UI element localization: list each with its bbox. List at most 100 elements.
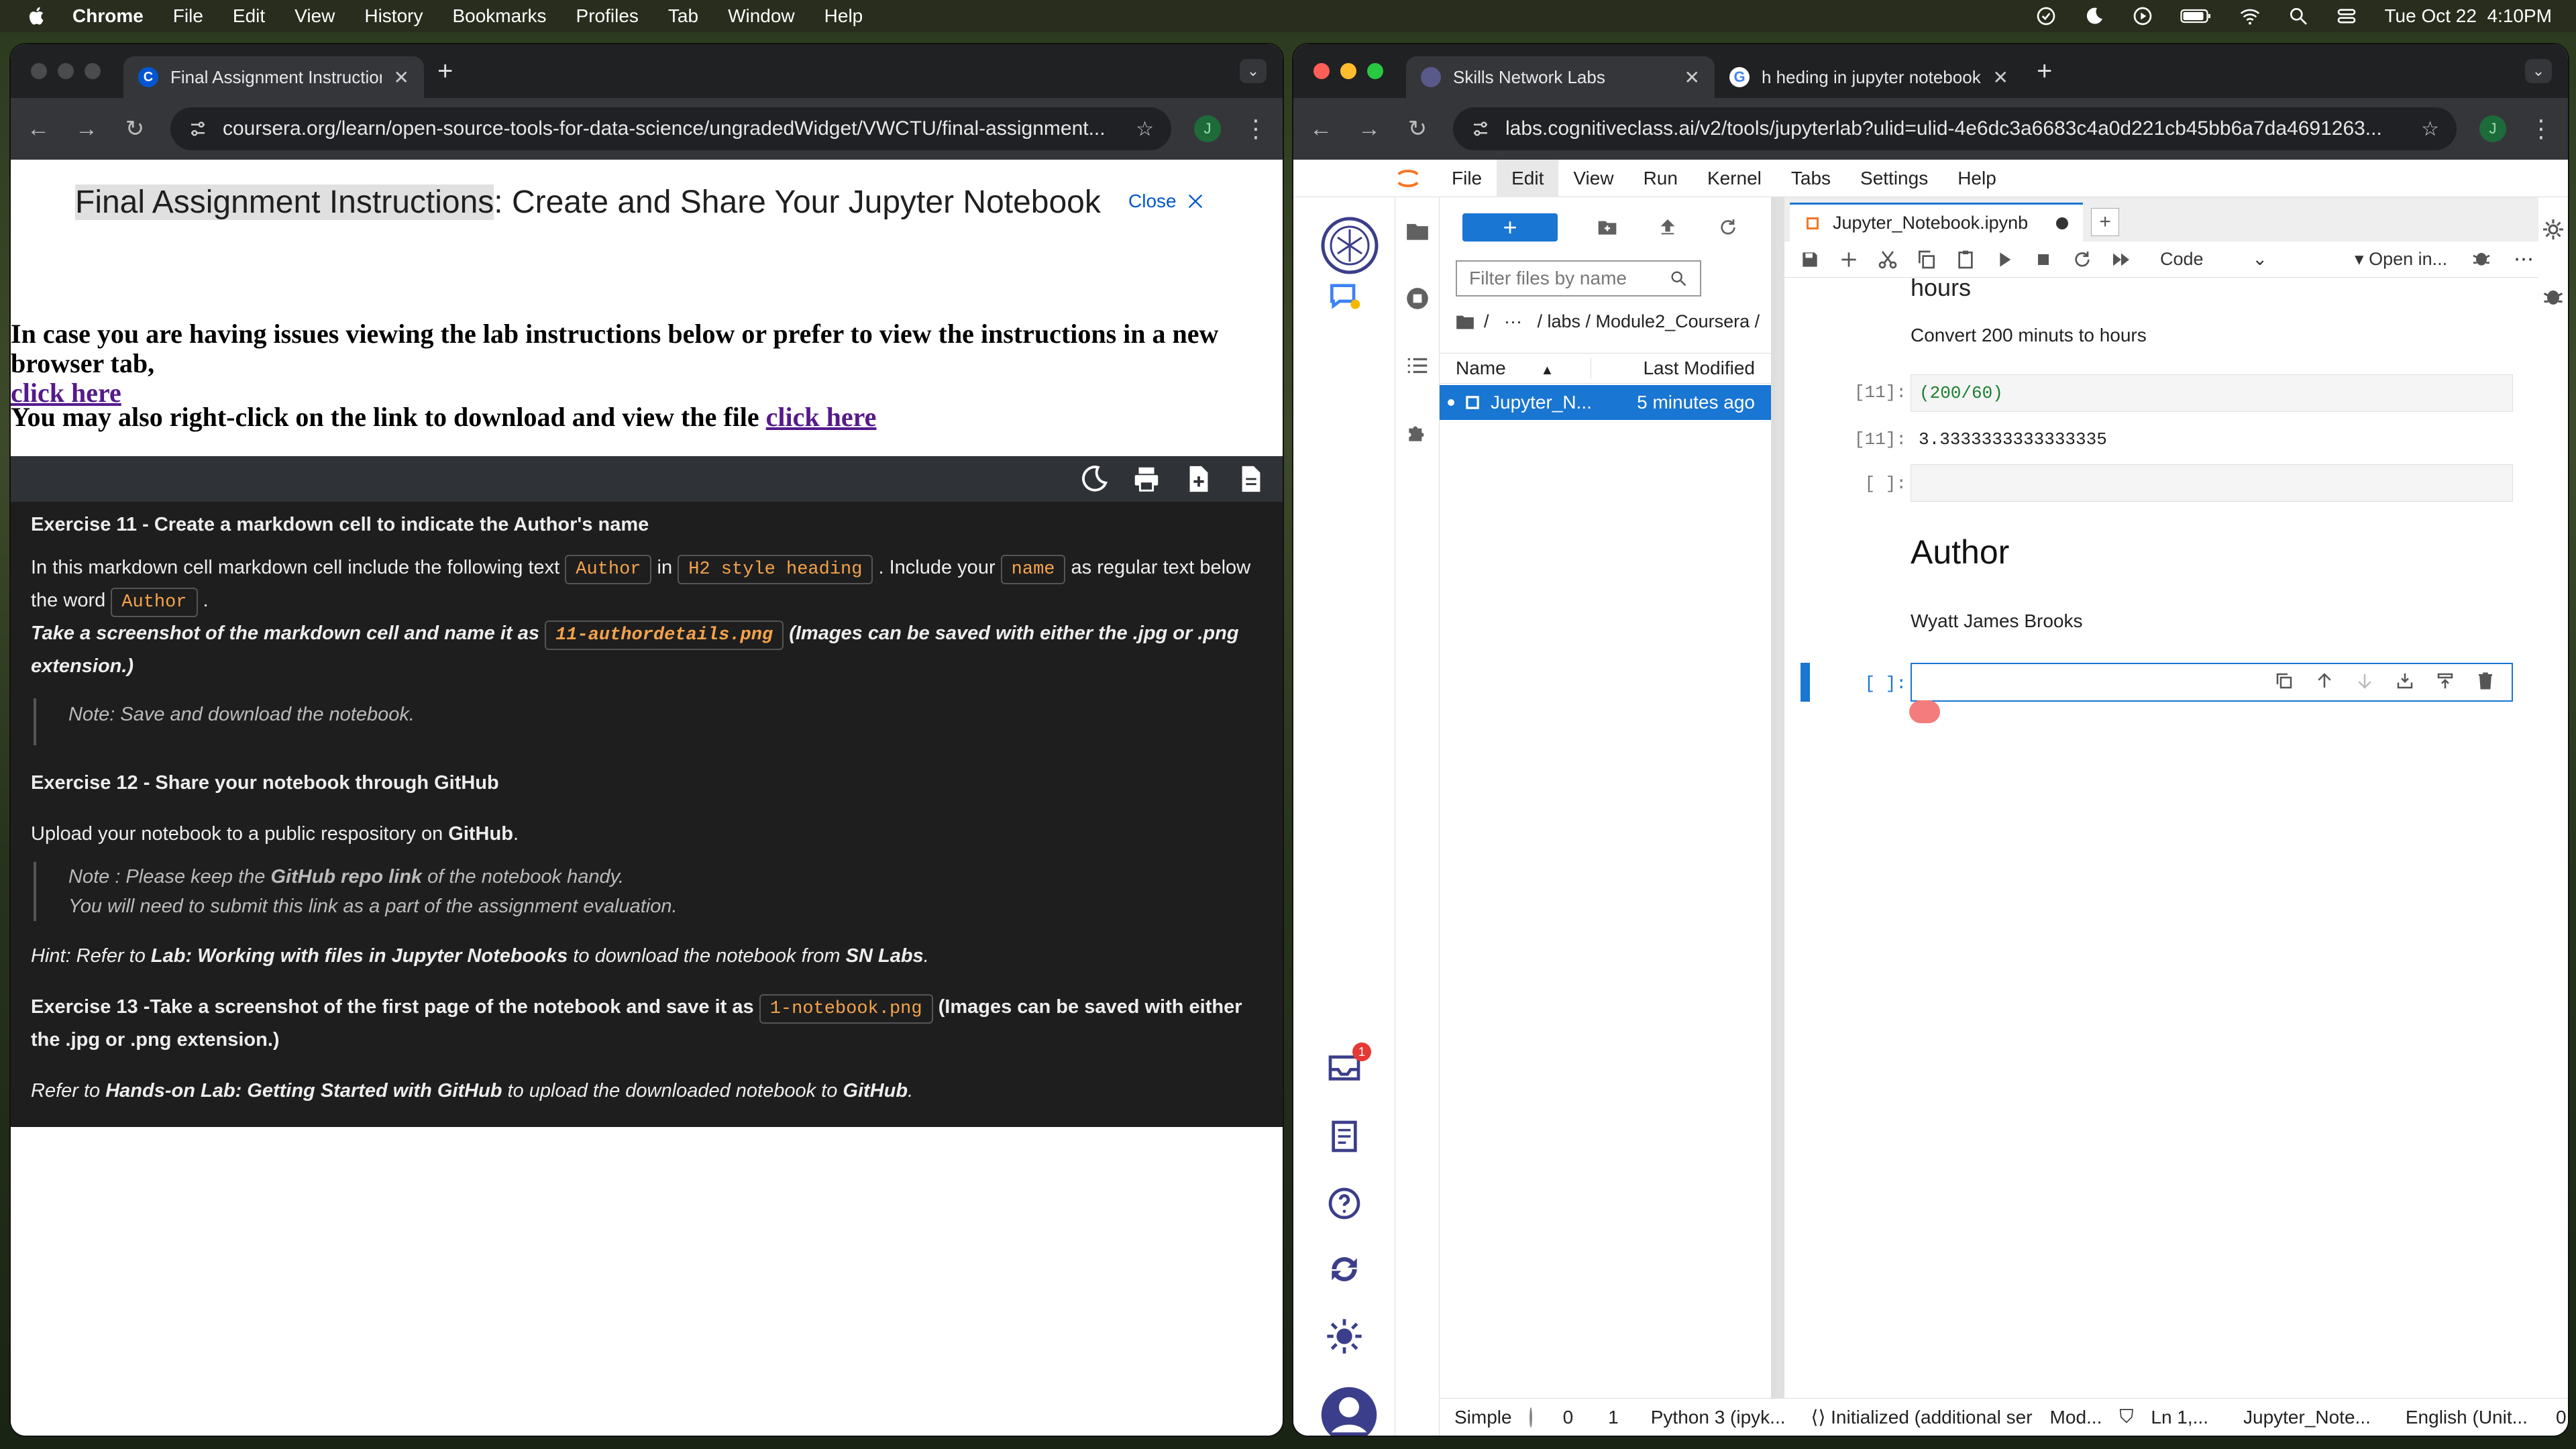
tab-skills-network-labs[interactable]: Skills Network Labs ✕	[1406, 56, 1715, 98]
zoom-window-button[interactable]	[85, 63, 101, 79]
jupyter-menu-view[interactable]: View	[1558, 160, 1628, 197]
tab-search-chevron-icon[interactable]: ⌄	[1240, 59, 1267, 83]
search-icon[interactable]	[2288, 5, 2309, 27]
profile-avatar[interactable]: J	[1194, 115, 1221, 142]
menu-tab[interactable]: Tab	[668, 5, 698, 27]
running-stop-icon[interactable]	[1405, 286, 1430, 311]
zoom-window-button[interactable]	[1367, 63, 1383, 79]
sync-icon[interactable]	[1326, 1250, 1363, 1288]
control-center-icon[interactable]	[2336, 5, 2357, 27]
wifi-icon[interactable]	[2239, 5, 2261, 27]
language-indicator[interactable]: English (Unit...	[2406, 1407, 2528, 1428]
column-modified-header[interactable]: Last Modified	[1591, 358, 1771, 379]
click-here-download-link[interactable]: click here	[766, 402, 877, 432]
filter-files-input[interactable]: Filter files by name	[1456, 260, 1701, 297]
site-info-icon[interactable]	[188, 119, 208, 139]
insert-cell-plus-icon[interactable]	[1838, 249, 1860, 270]
minimize-window-button[interactable]	[1340, 63, 1356, 79]
extensions-puzzle-icon[interactable]	[1405, 420, 1430, 445]
folder-home-icon[interactable]	[1456, 314, 1474, 330]
address-bar[interactable]: coursera.org/learn/open-source-tools-for…	[170, 107, 1171, 150]
jupyter-menu-kernel[interactable]: Kernel	[1693, 160, 1776, 197]
breadcrumb-path[interactable]: / ··· / labs / Module2_Coursera /	[1484, 311, 1760, 332]
duplicate-cell-icon[interactable]	[2274, 671, 2294, 691]
move-up-arrow-icon[interactable]	[2314, 671, 2334, 691]
run-play-icon[interactable]	[1994, 249, 2015, 270]
menu-view[interactable]: View	[294, 5, 335, 27]
battery-icon[interactable]	[2180, 5, 2212, 27]
theme-sun-icon[interactable]	[1326, 1318, 1363, 1355]
fast-forward-icon[interactable]	[2110, 249, 2132, 270]
menu-history[interactable]: History	[364, 5, 423, 27]
notebook-tab[interactable]: Jupyter_Notebook.ipynb	[1790, 203, 2084, 241]
help-question-icon[interactable]	[1326, 1185, 1363, 1222]
column-name-header[interactable]: Name ▲	[1440, 358, 1591, 379]
more-options-icon[interactable]: ⋯	[2514, 248, 2534, 271]
forward-arrow-icon[interactable]: →	[1356, 116, 1382, 142]
new-launcher-button[interactable]: +	[1462, 213, 1558, 241]
cut-scissors-icon[interactable]	[1877, 249, 1898, 270]
skills-network-logo-icon[interactable]	[1320, 216, 1379, 275]
completer-badge-icon[interactable]	[1909, 700, 1940, 723]
jupyter-menu-help[interactable]: Help	[1943, 160, 2011, 197]
jupyter-menu-settings[interactable]: Settings	[1845, 160, 1943, 197]
move-down-arrow-icon[interactable]	[2355, 671, 2375, 691]
new-folder-icon[interactable]	[1597, 217, 1618, 238]
jupyter-menu-run[interactable]: Run	[1629, 160, 1693, 197]
debugger-bug-icon[interactable]	[2541, 284, 2565, 309]
dark-mode-moon-icon[interactable]	[1079, 464, 1110, 494]
close-window-button[interactable]	[31, 63, 47, 79]
document-icon[interactable]	[1236, 464, 1267, 494]
insert-below-icon[interactable]	[2435, 671, 2455, 691]
tab-search-chevron-icon[interactable]: ⌄	[2525, 59, 2552, 83]
panel-splitter[interactable]	[1775, 197, 1784, 1398]
delete-cell-trash-icon[interactable]	[2475, 671, 2496, 691]
moon-icon[interactable]	[2084, 5, 2105, 27]
ai-chat-icon[interactable]	[1326, 278, 1363, 315]
copy-icon[interactable]	[1916, 249, 1937, 270]
cursor-position[interactable]: Ln 1,...	[2151, 1407, 2208, 1428]
jupyter-menu-edit[interactable]: Edit	[1497, 159, 1559, 197]
back-arrow-icon[interactable]: ←	[25, 116, 51, 142]
reload-icon[interactable]: ↻	[1405, 115, 1430, 142]
cell-type-select[interactable]: Code ⌄	[2160, 249, 2267, 270]
checkmark-circle-icon[interactable]	[2035, 5, 2057, 27]
address-bar[interactable]: labs.cognitiveclass.ai/v2/tools/jupyterl…	[1453, 107, 2457, 150]
folder-icon[interactable]	[1405, 219, 1430, 244]
debugger-bug-icon[interactable]	[2471, 248, 2492, 269]
menu-bookmarks[interactable]: Bookmarks	[452, 5, 546, 27]
reload-icon[interactable]: ↻	[122, 115, 148, 142]
new-tab-button[interactable]: +	[437, 56, 453, 87]
tab-final-assignment[interactable]: C Final Assignment Instructions ✕	[123, 56, 424, 98]
upload-icon[interactable]	[1657, 217, 1678, 238]
simple-mode-toggle[interactable]	[1529, 1407, 1532, 1428]
restart-kernel-icon[interactable]	[2072, 249, 2093, 270]
menu-file[interactable]: File	[173, 5, 203, 27]
empty-code-cell[interactable]	[1911, 464, 2513, 502]
table-of-contents-icon[interactable]	[1405, 353, 1430, 378]
lsp-status[interactable]: ⟨⟩ Initialized (additional ser	[1811, 1406, 2033, 1428]
add-file-icon[interactable]	[1183, 464, 1214, 494]
unsaved-dot-icon[interactable]	[2056, 217, 2069, 229]
property-inspector-gear-icon[interactable]	[2541, 217, 2565, 241]
kernel-name[interactable]: Python 3 (ipyk...	[1651, 1407, 1786, 1428]
menubar-datetime[interactable]: Tue Oct 22 4:10PM	[2384, 5, 2552, 27]
add-tab-button[interactable]: +	[2091, 208, 2120, 236]
back-arrow-icon[interactable]: ←	[1308, 116, 1334, 142]
code-cell-input[interactable]: (200/60)	[1911, 374, 2513, 412]
close-tab-icon[interactable]: ✕	[1993, 66, 2008, 89]
close-tab-icon[interactable]: ✕	[1684, 66, 1700, 89]
insert-above-icon[interactable]	[2395, 671, 2415, 691]
tab-google-search[interactable]: G h heding in jupyter notebook ✕	[1715, 56, 2023, 98]
open-in-dropdown[interactable]: ▾ Open in...	[2355, 249, 2447, 270]
menu-help[interactable]: Help	[824, 5, 863, 27]
apple-icon[interactable]	[25, 5, 48, 28]
close-tab-icon[interactable]: ✕	[394, 66, 409, 89]
jupyter-menu-file[interactable]: File	[1437, 160, 1497, 197]
jupyter-menu-tabs[interactable]: Tabs	[1776, 160, 1845, 197]
site-info-icon[interactable]	[1470, 119, 1491, 139]
stop-square-icon[interactable]	[2033, 249, 2054, 270]
menu-window[interactable]: Window	[728, 5, 795, 27]
close-window-button[interactable]	[1313, 63, 1330, 79]
menu-edit[interactable]: Edit	[233, 5, 265, 27]
